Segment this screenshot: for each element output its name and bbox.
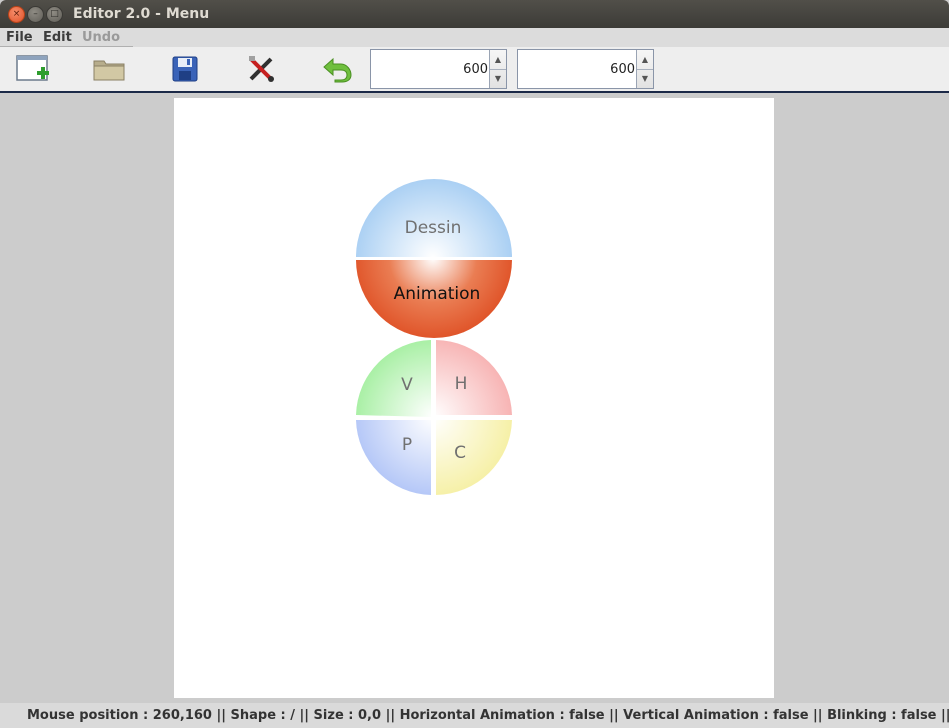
v-label: V bbox=[401, 375, 413, 395]
save-icon bbox=[172, 56, 198, 82]
height-spinner-arrows: ▲ ▼ bbox=[636, 50, 653, 88]
close-icon: × bbox=[12, 9, 21, 19]
h-segment[interactable] bbox=[436, 340, 512, 415]
close-window-button[interactable]: × bbox=[8, 6, 25, 23]
height-spinner-up-button[interactable]: ▲ bbox=[637, 50, 653, 70]
animation-label: Animation bbox=[394, 284, 481, 304]
menu-edit[interactable]: Edit bbox=[43, 30, 72, 45]
minimize-window-button[interactable]: – bbox=[27, 6, 44, 23]
maximize-icon: □ bbox=[50, 9, 59, 19]
window-title: Editor 2.0 - Menu bbox=[73, 6, 210, 22]
animation-menu-wheel: V H P C bbox=[356, 340, 512, 495]
new-file-icon bbox=[16, 55, 49, 81]
status-text: Mouse position : 260,160 || Shape : / ||… bbox=[27, 708, 949, 723]
tools-button[interactable] bbox=[231, 47, 291, 91]
toolbar: 600 ▲ ▼ 600 ▲ ▼ bbox=[0, 47, 949, 93]
open-button[interactable] bbox=[79, 47, 139, 91]
tools-icon bbox=[249, 56, 274, 82]
dessin-label: Dessin bbox=[405, 218, 462, 238]
new-button[interactable] bbox=[3, 47, 63, 91]
width-spinner-down-button[interactable]: ▼ bbox=[490, 69, 506, 88]
p-label: P bbox=[402, 435, 412, 455]
width-spinner-arrows: ▲ ▼ bbox=[489, 50, 506, 88]
undo-button[interactable] bbox=[307, 47, 367, 91]
canvas-svg: Dessin Animation V H P C bbox=[356, 179, 512, 495]
window-titlebar[interactable]: × – □ Editor 2.0 - Menu bbox=[0, 0, 949, 28]
chevron-down-icon: ▼ bbox=[494, 74, 502, 83]
chevron-up-icon: ▲ bbox=[494, 55, 502, 64]
width-spinner-up-button[interactable]: ▲ bbox=[490, 50, 506, 70]
minimize-icon: – bbox=[33, 9, 38, 19]
h-label: H bbox=[455, 374, 468, 394]
save-button[interactable] bbox=[155, 47, 215, 91]
open-folder-icon bbox=[93, 60, 125, 81]
status-bar: Mouse position : 260,160 || Shape : / ||… bbox=[0, 703, 949, 728]
v-segment[interactable] bbox=[356, 340, 431, 417]
drawing-canvas[interactable]: Dessin Animation V H P C bbox=[174, 98, 774, 698]
menu-file[interactable]: File bbox=[6, 30, 33, 45]
height-spinner[interactable]: 600 ▲ ▼ bbox=[517, 49, 654, 89]
maximize-window-button[interactable]: □ bbox=[46, 6, 63, 23]
c-segment[interactable] bbox=[436, 420, 512, 495]
menu-undo: Undo bbox=[82, 30, 121, 45]
c-label: C bbox=[454, 443, 466, 463]
menu-bar: File Edit Undo bbox=[0, 28, 949, 47]
undo-icon bbox=[323, 57, 352, 83]
p-segment[interactable] bbox=[356, 420, 431, 495]
height-spinner-value[interactable]: 600 bbox=[610, 62, 635, 77]
width-spinner-value[interactable]: 600 bbox=[463, 62, 488, 77]
main-menu-wheel: Dessin Animation bbox=[356, 179, 512, 338]
chevron-down-icon: ▼ bbox=[641, 74, 649, 83]
height-spinner-down-button[interactable]: ▼ bbox=[637, 69, 653, 88]
chevron-up-icon: ▲ bbox=[641, 55, 649, 64]
width-spinner[interactable]: 600 ▲ ▼ bbox=[370, 49, 507, 89]
